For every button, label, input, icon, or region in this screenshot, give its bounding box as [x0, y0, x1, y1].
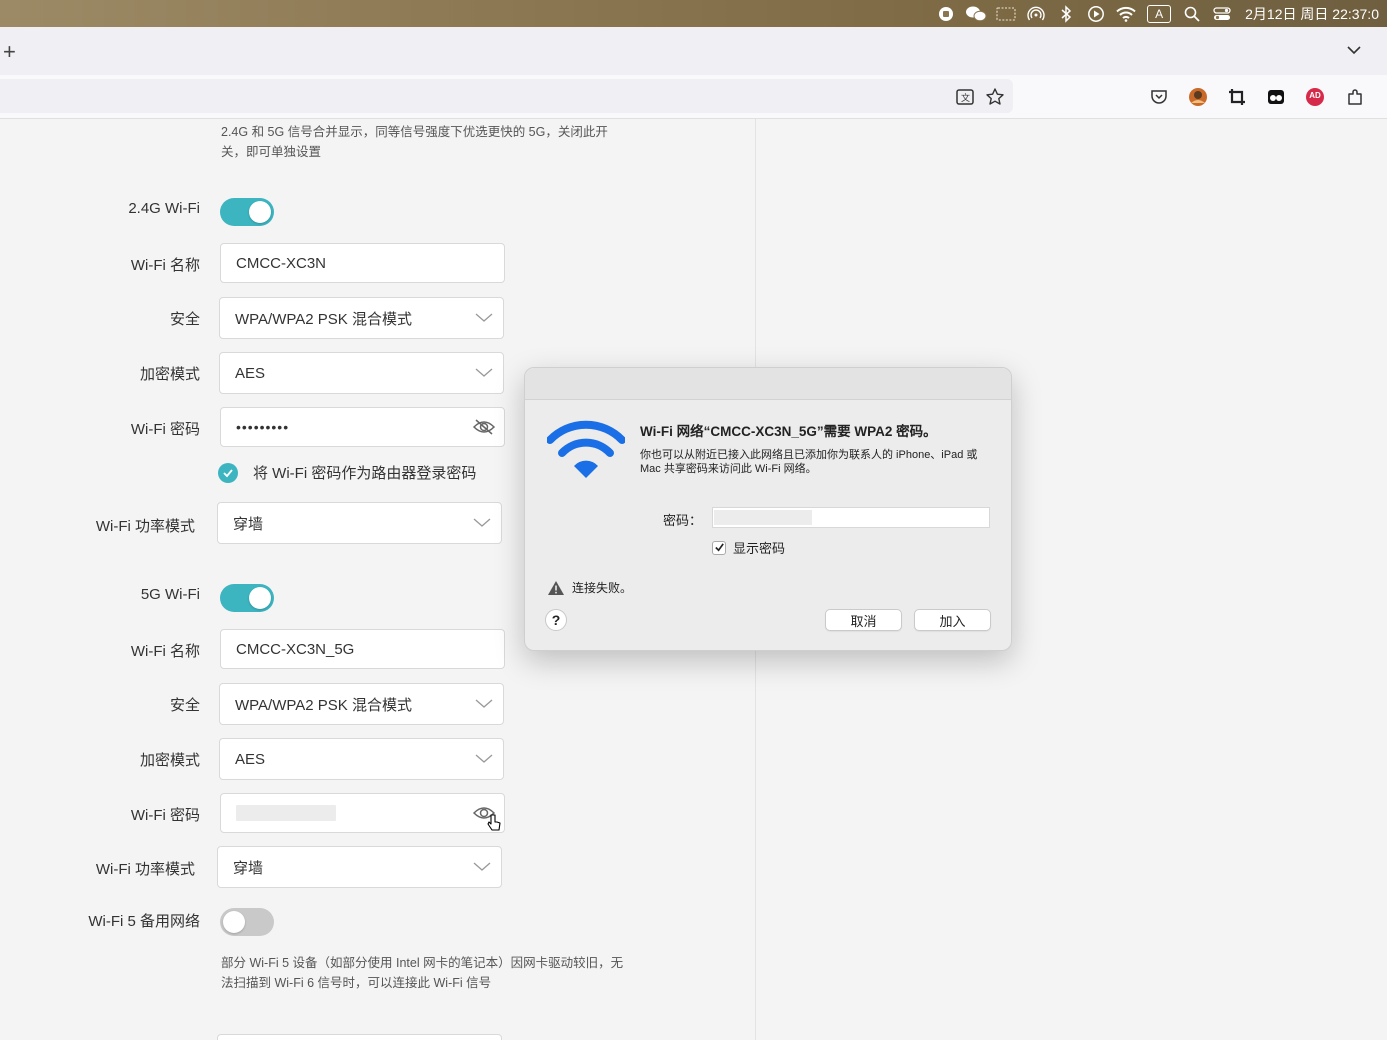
chevron-down-icon [473, 862, 491, 871]
dialog-password-value [714, 510, 812, 525]
wifi-24-password-input[interactable]: ••••••••• [220, 407, 505, 447]
next-setting-field[interactable] [217, 1034, 502, 1040]
wifi-5g-encryption-label: 加密模式 [139, 752, 200, 769]
wifi-24-name-value: CMCC-XC3N [236, 254, 326, 272]
toggle-knob [223, 911, 245, 933]
wifi-5g-power-label: Wi-Fi 功率模式 [95, 861, 195, 878]
wifi-24-power-label: Wi-Fi 功率模式 [95, 518, 195, 535]
display-icon[interactable] [991, 0, 1021, 27]
chevron-down-icon [475, 368, 493, 377]
wifi-24-encryption-label: 加密模式 [139, 366, 200, 383]
wifi-5g-name-value: CMCC-XC3N_5G [236, 640, 355, 658]
input-method-label: A [1147, 4, 1172, 23]
router-login-checkbox-label: 将 Wi-Fi 密码作为路由器登录密码 [253, 465, 477, 482]
play-icon[interactable] [1081, 0, 1111, 27]
wifi-5g-password-input[interactable] [220, 793, 505, 833]
router-login-checkbox[interactable]: 将 Wi-Fi 密码作为路由器登录密码 [218, 462, 476, 483]
connection-warning: 连接失败。 [547, 579, 632, 596]
cancel-button[interactable]: 取消 [825, 609, 902, 631]
wifi-24-power-select[interactable]: 穿墙 [217, 502, 502, 544]
chevron-down-icon [475, 754, 493, 763]
join-button[interactable]: 加入 [914, 609, 991, 631]
wechat-icon[interactable] [961, 0, 991, 27]
wifi5-backup-toggle[interactable] [220, 908, 274, 936]
wifi-5g-name-label: Wi-Fi 名称 [130, 643, 200, 660]
airdrop-icon[interactable] [1021, 0, 1051, 27]
wifi-5g-encryption-value: AES [235, 750, 266, 768]
checkmark-icon [218, 462, 238, 483]
control-center-icon[interactable] [1207, 0, 1237, 27]
chevron-down-icon [473, 518, 491, 527]
wifi-5g-toggle[interactable] [220, 584, 274, 612]
help-button[interactable]: ? [545, 609, 567, 631]
pocket-icon[interactable] [1149, 87, 1169, 107]
checkmark-icon [712, 540, 726, 555]
wifi-24-security-value: WPA/WPA2 PSK 混合模式 [235, 310, 412, 328]
warning-icon [548, 580, 564, 595]
wifi-5g-security-label: 安全 [169, 697, 200, 714]
wifi-5g-security-select[interactable]: WPA/WPA2 PSK 混合模式 [219, 683, 504, 725]
chevron-down-icon [475, 699, 493, 708]
wifi-5g-name-input[interactable]: CMCC-XC3N_5G [220, 629, 505, 669]
dialog-password-input[interactable] [712, 507, 990, 528]
show-password-checkbox[interactable]: 显示密码 [712, 538, 785, 557]
extension-icon[interactable] [1266, 87, 1286, 107]
wifi5-backup-toggle-label: Wi-Fi 5 备用网络 [88, 913, 200, 930]
bookmark-star-icon[interactable] [985, 87, 1005, 107]
puzzle-icon[interactable] [1345, 87, 1365, 107]
show-password-label: 显示密码 [733, 541, 786, 556]
translate-icon[interactable]: 文 [955, 87, 975, 107]
avatar-icon[interactable] [1188, 87, 1208, 107]
wifi-24-security-label: 安全 [169, 311, 200, 328]
wifi-24-toggle-label: 2.4G Wi-Fi [128, 200, 200, 217]
wifi-5g-password-value [236, 805, 336, 821]
toggle-knob [249, 201, 271, 223]
connection-warning-text: 连接失败。 [572, 581, 633, 595]
url-bar[interactable]: 文 [0, 79, 1013, 113]
input-method-icon[interactable]: A [1141, 0, 1177, 27]
merge-note: 2.4G 和 5G 信号合并显示，同等信号强度下优选更快的 5G，关闭此开关，即… [221, 125, 608, 159]
wifi-24-encryption-select[interactable]: AES [219, 352, 504, 394]
dialog-title: Wi-Fi 网络“CMCC-XC3N_5G”需要 WPA2 密码。 [640, 424, 937, 439]
record-icon[interactable] [931, 0, 961, 27]
wifi-icon [547, 420, 625, 478]
wifi-24-name-input[interactable]: CMCC-XC3N [220, 243, 505, 283]
new-tab-button[interactable]: + [3, 39, 16, 65]
wifi-24-password-label: Wi-Fi 密码 [130, 421, 200, 438]
wifi-24-security-select[interactable]: WPA/WPA2 PSK 混合模式 [219, 297, 504, 339]
adblock-label: AD [1309, 91, 1321, 100]
dialog-description: 你也可以从附近已接入此网络且已添加你为联系人的 iPhone、iPad 或 Ma… [640, 449, 978, 475]
wifi-icon[interactable] [1111, 0, 1141, 27]
browser-toolbar: 文 AD [0, 75, 1387, 119]
dialog-password-label: 密码： [663, 513, 703, 528]
svg-text:文: 文 [961, 92, 970, 104]
wifi-5g-password-label: Wi-Fi 密码 [130, 807, 200, 824]
wifi-password-dialog: Wi-Fi 网络“CMCC-XC3N_5G”需要 WPA2 密码。 你也可以从附… [524, 367, 1012, 651]
eye-hidden-icon[interactable] [472, 417, 496, 437]
bluetooth-icon[interactable] [1051, 0, 1081, 27]
wifi-5g-encryption-select[interactable]: AES [219, 738, 504, 780]
toggle-knob [249, 587, 271, 609]
search-icon[interactable] [1177, 0, 1207, 27]
wifi5-backup-note: 部分 Wi-Fi 5 设备（如部分使用 Intel 网卡的笔记本）因网卡驱动较旧… [221, 956, 624, 990]
list-tabs-chevron-icon[interactable] [1345, 41, 1363, 59]
adblock-icon[interactable]: AD [1305, 87, 1325, 107]
wifi-24-power-value: 穿墙 [233, 515, 264, 533]
crop-icon[interactable] [1227, 87, 1247, 107]
menubar-clock[interactable]: 2月12日 周日 22:37:0 [1245, 4, 1379, 24]
wifi-5g-power-select[interactable]: 穿墙 [217, 846, 502, 888]
wifi-24-password-value: ••••••••• [236, 419, 290, 435]
wifi-24-name-label: Wi-Fi 名称 [130, 257, 200, 274]
wifi-24-encryption-value: AES [235, 364, 266, 382]
wifi-5g-power-value: 穿墙 [233, 859, 264, 877]
chevron-down-icon [475, 313, 493, 322]
dialog-titlebar [525, 368, 1011, 400]
wifi-5g-security-value: WPA/WPA2 PSK 混合模式 [235, 696, 412, 714]
wifi-24-toggle[interactable] [220, 198, 274, 226]
browser-tab-bar: + [0, 27, 1387, 75]
hand-cursor-icon [487, 814, 501, 831]
wifi-5g-toggle-label: 5G Wi-Fi [140, 586, 200, 603]
macos-menu-bar: A 2月12日 周日 22:37:0 [0, 0, 1387, 27]
